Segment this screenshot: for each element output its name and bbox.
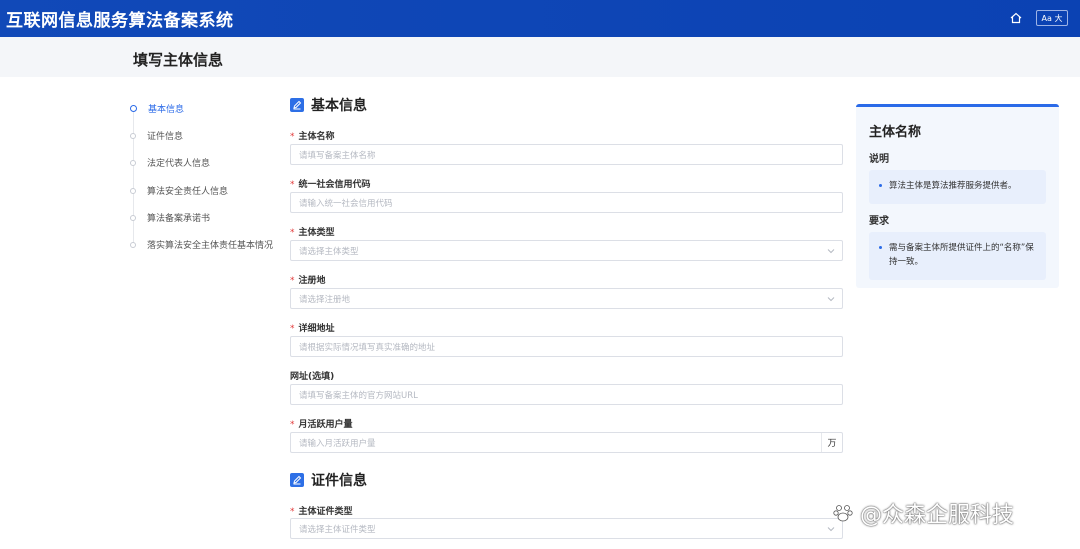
chevron-down-icon — [827, 248, 835, 253]
step-dot — [130, 105, 137, 112]
watermark-text: @众森企服科技 — [860, 503, 1015, 528]
bullet-icon — [879, 246, 882, 249]
section-cert-info: 证件信息 — [290, 470, 367, 490]
bullet-icon — [879, 184, 882, 187]
required-mark: * — [290, 276, 295, 286]
required-mark: * — [290, 228, 295, 238]
step-label: 算法安全责任人信息 — [147, 187, 229, 197]
step-legal-rep[interactable]: 法定代表人信息 — [130, 156, 210, 169]
required-mark: * — [290, 180, 295, 190]
section-title: 基本信息 — [311, 98, 367, 114]
section-basic-info: 基本信息 — [290, 95, 367, 115]
step-label: 基本信息 — [148, 105, 185, 115]
watermark: @众森企服科技 — [832, 497, 1014, 529]
explain-heading: 说明 — [869, 154, 889, 165]
edit-icon — [290, 473, 304, 487]
placeholder: 请填写备案主体名称 — [299, 150, 376, 161]
registration-select[interactable]: 请选择注册地 — [290, 288, 843, 309]
require-box: 需与备案主体所提供证件上的“名称”保持一致。 — [869, 232, 1046, 280]
step-label: 证件信息 — [147, 132, 184, 142]
step-dot — [130, 187, 136, 194]
page-header: 填写主体信息 — [0, 37, 1080, 77]
placeholder: 请输入统一社会信用代码 — [299, 198, 393, 209]
field-label-website: 网址(选填) — [290, 372, 335, 382]
step-security-officer[interactable]: 算法安全责任人信息 — [130, 184, 228, 197]
top-bar: 互联网信息服务算法备案系统 Aa 大 — [0, 0, 1080, 37]
placeholder: 请填写备案主体的官方网站URL — [299, 390, 418, 401]
info-card: 主体名称 说明 算法主体是算法推荐服务提供者。 要求 需与备案主体所提供证件上的… — [856, 104, 1059, 288]
field-label-entity-type: * 主体类型 — [290, 228, 335, 238]
edit-icon — [290, 98, 304, 112]
required-mark: * — [290, 507, 295, 517]
step-dot — [130, 159, 136, 166]
mau-input[interactable]: 请输入月活跃用户量 万 — [290, 432, 843, 453]
explain-box: 算法主体是算法推荐服务提供者。 — [869, 170, 1046, 204]
field-label-cert-type: * 主体证件类型 — [290, 507, 353, 517]
placeholder: 请输入月活跃用户量 — [299, 438, 376, 449]
paw-logo-icon — [833, 505, 853, 522]
field-label-address: * 详细地址 — [290, 324, 335, 334]
entity-name-input[interactable]: 请填写备案主体名称 — [290, 144, 843, 165]
step-responsibility[interactable]: 落实算法安全主体责任基本情况 — [130, 238, 273, 251]
step-commitment[interactable]: 算法备案承诺书 — [130, 211, 210, 224]
font-size-toggle[interactable]: Aa 大 — [1036, 10, 1068, 26]
website-input[interactable]: 请填写备案主体的官方网站URL — [290, 384, 843, 405]
step-dot — [130, 241, 136, 248]
field-label-entity-name: * 主体名称 — [290, 132, 335, 142]
field-label-credit-code: * 统一社会信用代码 — [290, 180, 371, 190]
required-mark: * — [290, 420, 295, 430]
step-basic-info[interactable]: 基本信息 — [130, 102, 184, 115]
app-title: 互联网信息服务算法备案系统 — [6, 11, 234, 31]
chevron-down-icon — [827, 296, 835, 301]
placeholder: 请选择主体类型 — [299, 246, 359, 257]
placeholder: 请选择注册地 — [299, 294, 351, 305]
required-mark: * — [290, 324, 295, 334]
entity-type-select[interactable]: 请选择主体类型 — [290, 240, 843, 261]
step-label: 法定代表人信息 — [147, 159, 211, 169]
step-label: 算法备案承诺书 — [147, 214, 211, 224]
step-cert-info[interactable]: 证件信息 — [130, 129, 183, 142]
placeholder: 请根据实际情况填写真实准确的地址 — [299, 342, 436, 353]
required-mark: * — [290, 132, 295, 142]
section-title: 证件信息 — [311, 473, 367, 489]
step-label: 落实算法安全主体责任基本情况 — [147, 241, 274, 251]
step-dot — [130, 214, 136, 221]
explain-text: 算法主体是算法推荐服务提供者。 — [889, 181, 1017, 191]
step-dot — [130, 132, 136, 139]
require-text: 需与备案主体所提供证件上的“名称”保持一致。 — [889, 243, 1034, 267]
home-icon[interactable] — [1008, 10, 1024, 26]
credit-code-input[interactable]: 请输入统一社会信用代码 — [290, 192, 843, 213]
info-title: 主体名称 — [869, 125, 922, 140]
cert-type-select[interactable]: 请选择主体证件类型 — [290, 518, 843, 539]
page-title: 填写主体信息 — [133, 51, 224, 69]
address-input[interactable]: 请根据实际情况填写真实准确的地址 — [290, 336, 843, 357]
unit-suffix: 万 — [821, 433, 842, 452]
placeholder: 请选择主体证件类型 — [299, 524, 376, 535]
field-label-registration: * 注册地 — [290, 276, 326, 286]
field-label-mau: * 月活跃用户量 — [290, 420, 353, 430]
require-heading: 要求 — [869, 216, 889, 227]
